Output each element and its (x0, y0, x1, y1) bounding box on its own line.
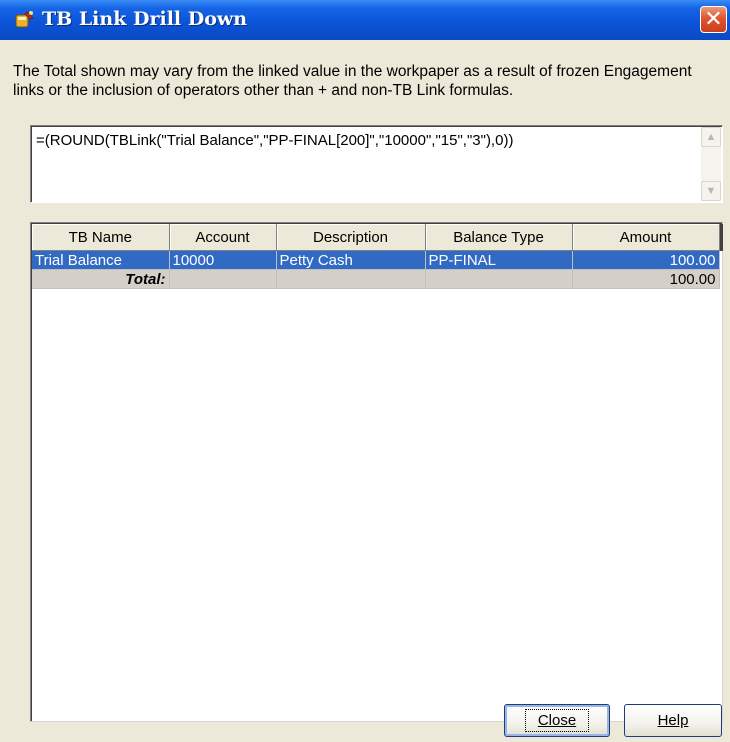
cell-description: Petty Cash (276, 250, 426, 270)
help-button[interactable]: Help (624, 704, 722, 737)
drill-down-grid[interactable]: TB Name Account Description Balance Type… (30, 222, 723, 722)
formula-textbox[interactable]: =(ROUND(TBLink("Trial Balance","PP-FINAL… (30, 125, 723, 203)
total-cell-account (169, 269, 277, 289)
tb-link-wand-icon (15, 11, 34, 28)
title-bar[interactable]: TB Link Drill Down ✕ (0, 0, 730, 40)
close-icon[interactable]: ✕ (700, 6, 727, 33)
formula-text: =(ROUND(TBLink("Trial Balance","PP-FINAL… (36, 132, 514, 149)
column-header-balance-type[interactable]: Balance Type (425, 224, 573, 251)
header-row: TB Name Account Description Balance Type… (32, 224, 720, 251)
close-button[interactable]: Close (504, 704, 610, 737)
total-label: Total: (32, 269, 170, 289)
window-title: TB Link Drill Down (42, 8, 248, 30)
cell-account: 10000 (169, 250, 277, 270)
close-button-focus: Close (524, 709, 590, 732)
total-cell-description (276, 269, 426, 289)
total-row: Total: 100.00 (32, 269, 720, 289)
column-header-description[interactable]: Description (276, 224, 426, 251)
total-cell-balance-type (425, 269, 573, 289)
table-row[interactable]: Trial Balance 10000 Petty Cash PP-FINAL … (32, 250, 720, 270)
cell-amount: 100.00 (572, 250, 720, 270)
close-button-label: Close (537, 712, 577, 729)
drill-down-table: TB Name Account Description Balance Type… (32, 224, 720, 289)
help-button-label: Help (657, 712, 689, 729)
total-amount: 100.00 (572, 269, 720, 289)
formula-scrollbar[interactable]: ▲ ▼ (701, 127, 721, 201)
column-header-account[interactable]: Account (169, 224, 277, 251)
cell-tb-name: Trial Balance (32, 250, 170, 270)
column-header-tb-name[interactable]: TB Name (32, 224, 170, 251)
tb-link-drill-down-dialog: TB Link Drill Down ✕ The Total shown may… (0, 0, 730, 742)
scroll-down-icon[interactable]: ▼ (701, 181, 721, 201)
column-header-amount[interactable]: Amount (572, 224, 720, 251)
scroll-up-icon[interactable]: ▲ (701, 127, 721, 147)
header-divider (720, 224, 723, 251)
info-message: The Total shown may vary from the linked… (13, 63, 692, 99)
cell-balance-type: PP-FINAL (425, 250, 573, 270)
